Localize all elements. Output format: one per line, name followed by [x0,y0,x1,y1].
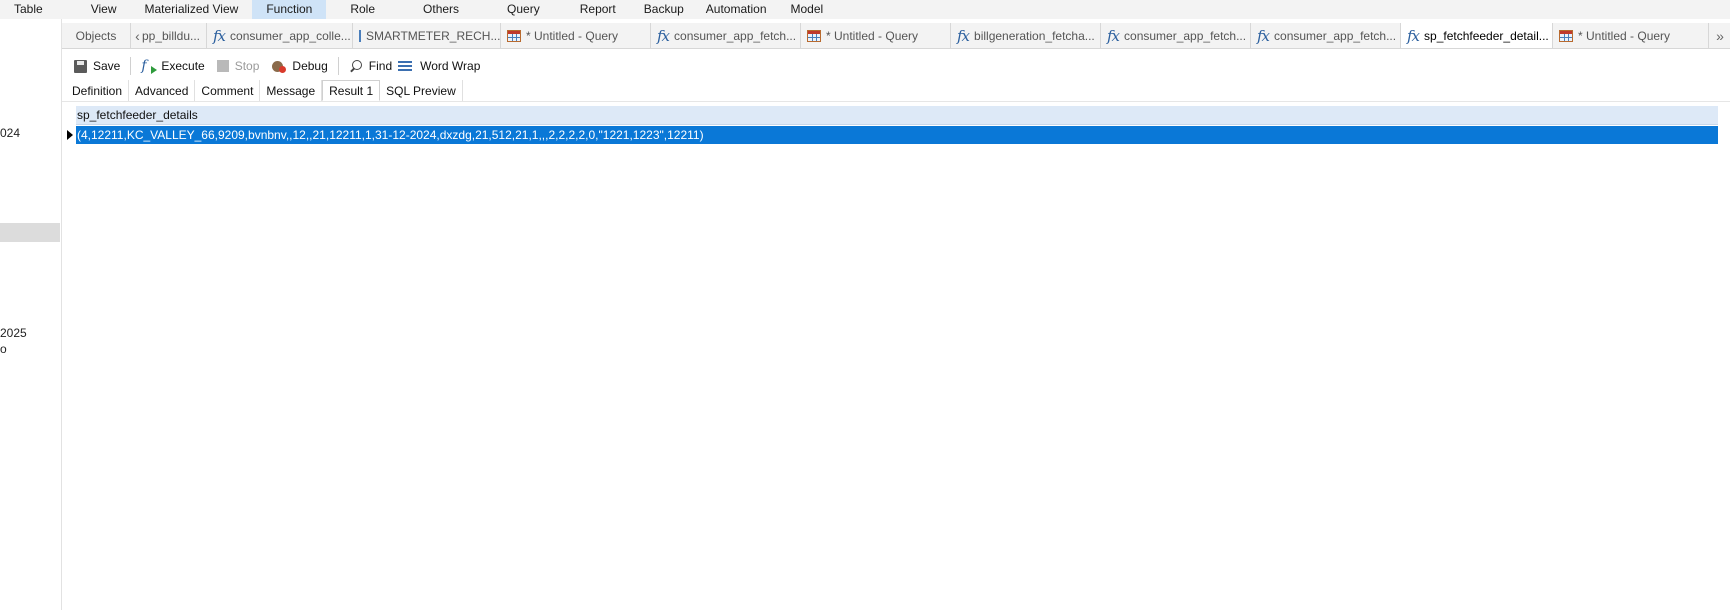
save-button[interactable]: Save [68,55,126,77]
stop-icon [216,60,229,72]
tab-untitled-query-2[interactable]: * Untitled - Query [801,23,951,48]
search-icon [349,59,363,73]
word-wrap-label: Word Wrap [420,59,481,73]
tab-pp-billdu[interactable]: ‹ pp_billdu... [131,23,207,48]
sidebar-selected-item[interactable] [0,223,60,242]
table-icon [359,30,361,42]
tab-untitled-query-1[interactable]: * Untitled - Query [501,23,651,48]
tab-objects[interactable]: Objects [62,23,131,48]
tab-consumer-app-fetch-2[interactable]: fx consumer_app_fetch... [1101,23,1251,48]
find-label: Find [368,59,393,73]
tab-consumer-app-collection[interactable]: fx consumer_app_colle... [207,23,353,48]
debug-button[interactable]: Debug [265,55,333,77]
menu-others[interactable]: Others [399,0,483,19]
debug-icon [271,59,287,73]
stop-button[interactable]: Stop [211,55,266,77]
menu-role[interactable]: Role [326,0,399,19]
table-row[interactable]: (4,12211,KC_VALLEY_66,9209,bvnbnv,,12,,2… [64,126,1718,144]
tab-label: sp_fetchfeeder_detail... [1424,29,1549,43]
save-label: Save [93,59,121,73]
tab-label: pp_billdu... [141,29,200,43]
execute-label: Execute [161,59,205,73]
function-icon: fx [1107,27,1120,45]
menu-view[interactable]: View [57,0,131,19]
tab-consumer-app-fetch-1[interactable]: fx consumer_app_fetch... [651,23,801,48]
chevron-right-icon[interactable]: » [1710,23,1730,48]
tab-label: billgeneration_fetcha... [974,29,1095,43]
execute-button[interactable]: f Execute [135,55,210,77]
function-icon: fx [1257,27,1270,45]
tab-sp-fetchfeeder-details[interactable]: fx sp_fetchfeeder_detail... [1401,23,1553,48]
sidebar-text-fragment[interactable]: 2025 [0,326,27,340]
toolbar-separator [130,57,132,75]
execute-icon: f [141,58,158,74]
function-icon: fx [1407,27,1420,45]
tab-sql-preview[interactable]: SQL Preview [380,80,463,101]
word-wrap-icon [398,59,414,73]
chevron-left-icon[interactable]: ‹ [133,23,142,48]
menu-materialized-view[interactable]: Materialized View [130,0,252,19]
main-menubar: Table View Materialized View Function Ro… [0,0,1730,19]
find-button[interactable]: Find [343,55,398,77]
function-icon: fx [657,27,670,45]
object-sidebar: 024 2025 o [0,19,62,610]
object-subtabs: Definition Advanced Comment Message Resu… [62,80,1730,102]
sidebar-text-fragment[interactable]: 024 [0,126,20,140]
tab-label: consumer_app_fetch... [1124,29,1247,43]
sidebar-text-fragment[interactable]: o [0,342,7,356]
tab-advanced[interactable]: Advanced [129,80,196,101]
save-icon [74,59,87,73]
result-grid: sp_fetchfeeder_details (4,12211,KC_VALLE… [64,106,1718,144]
column-header[interactable]: sp_fetchfeeder_details [76,106,1718,125]
menu-automation[interactable]: Automation [696,0,777,19]
query-icon [507,30,521,42]
menu-query[interactable]: Query [483,0,564,19]
menu-table[interactable]: Table [0,0,57,19]
tab-label: SMARTMETER_RECH... [366,29,501,43]
tab-comment[interactable]: Comment [195,80,261,101]
debug-label: Debug [292,59,328,73]
column-header-label: sp_fetchfeeder_details [77,108,198,122]
tab-smartmeter-recharge[interactable]: SMARTMETER_RECH... [353,23,501,48]
row-indicator-icon [64,126,76,144]
tab-message[interactable]: Message [260,80,323,101]
query-icon [807,30,821,42]
stop-label: Stop [234,59,260,73]
result-cell[interactable]: (4,12211,KC_VALLEY_66,9209,bvnbnv,,12,,2… [76,126,1718,144]
toolbar-separator [337,57,339,75]
menu-report[interactable]: Report [564,0,632,19]
editor-toolbar: Save f Execute Stop Debug Find Word Wrap [62,53,1730,79]
tab-label: consumer_app_colle... [230,29,351,43]
menu-function[interactable]: Function [252,0,327,19]
tab-label: * Untitled - Query [526,29,619,43]
tab-definition[interactable]: Definition [66,80,130,101]
menu-model[interactable]: Model [777,0,838,19]
query-icon [1559,30,1573,42]
editor-tabstrip: Objects ‹ pp_billdu... fx consumer_app_c… [62,23,1730,49]
tab-untitled-query-3[interactable]: * Untitled - Query [1553,23,1709,48]
tab-label: * Untitled - Query [1578,29,1671,43]
tab-result-1[interactable]: Result 1 [322,80,381,101]
tab-label: consumer_app_fetch... [674,29,797,43]
tab-label: Objects [75,29,117,43]
function-icon: fx [957,27,970,45]
tab-billgeneration-fetch[interactable]: fx billgeneration_fetcha... [951,23,1101,48]
word-wrap-button[interactable]: Word Wrap [398,55,486,77]
tab-label: * Untitled - Query [826,29,919,43]
menu-backup[interactable]: Backup [632,0,696,19]
tab-consumer-app-fetch-3[interactable]: fx consumer_app_fetch... [1251,23,1401,48]
function-icon: fx [213,27,226,45]
tab-label: consumer_app_fetch... [1274,29,1397,43]
